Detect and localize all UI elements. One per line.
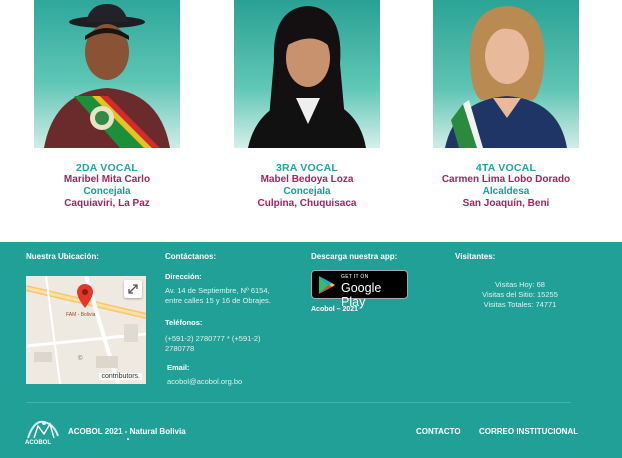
copyright-dot: • — [127, 437, 130, 443]
location-map[interactable]: FAM - Bolivia © contributors. — [26, 276, 146, 384]
member-card: 4TA VOCAL Carmen Lima Lobo Dorado Alcald… — [431, 0, 581, 210]
address-line-2: entre calles 15 y 16 de Obrajes. — [165, 296, 271, 305]
member-photo — [234, 0, 380, 148]
visitors-heading: Visitantes: — [455, 252, 496, 261]
app-caption: Acobol – 2021 — [311, 306, 359, 313]
member-role: 4TA VOCAL — [475, 162, 537, 174]
store-small-text: GET IT ON — [341, 274, 369, 280]
map-pin-icon — [77, 284, 93, 308]
member-card: 3RA VOCAL Mabel Bedoya Loza Concejala Cu… — [232, 0, 382, 210]
email-label: Email: — [167, 363, 190, 372]
google-play-button[interactable]: GET IT ON Google Play — [311, 270, 408, 309]
member-place: San Joaquín, Beni — [462, 198, 550, 209]
address-label: Dirección: — [165, 272, 202, 281]
board-members-section: 2DA VOCAL Maribel Mita Carlo Concejala C… — [0, 0, 622, 242]
visits-site: Visitas del Sitio: 15255 — [482, 290, 558, 299]
member-role: 2DA VOCAL — [75, 162, 139, 174]
member-photo — [433, 0, 579, 148]
map-attribution[interactable]: contributors. — [99, 373, 142, 380]
member-card: 2DA VOCAL Maribel Mita Carlo Concejala C… — [32, 0, 182, 210]
member-position: Concejala — [283, 186, 331, 197]
footer-divider — [26, 402, 571, 403]
institutional-mail-link[interactable]: CORREO INSTITUCIONAL — [479, 427, 578, 436]
member-photo — [34, 0, 180, 148]
copyright-text: ACOBOL 2021 - Natural Bolivia — [68, 427, 186, 436]
member-position: Alcaldesa — [482, 186, 530, 197]
visits-today: Visitas Hoy: 68 — [495, 280, 545, 289]
contact-heading: Contáctanos: — [165, 252, 217, 261]
member-role: 3RA VOCAL — [275, 162, 339, 174]
download-heading: Descarga nuestra app: — [311, 252, 398, 261]
map-label: FAM - Bolivia — [66, 312, 96, 318]
member-place: Culpina, Chuquisaca — [257, 198, 357, 209]
phones-label: Teléfonos: — [165, 318, 203, 327]
phones-line-2: 2780778 — [165, 344, 195, 353]
logo-text: ACOBOL — [25, 440, 51, 446]
store-big-text: Google Play — [341, 281, 382, 309]
email-link[interactable]: acobol@acobol.org.bo — [167, 377, 242, 387]
contact-link[interactable]: CONTACTO — [416, 427, 461, 436]
member-name: Carmen Lima Lobo Dorado — [441, 174, 571, 185]
fullscreen-icon — [128, 284, 138, 294]
member-position: Concejala — [83, 186, 131, 197]
acobol-logo[interactable]: ACOBOL — [24, 418, 62, 448]
map-copyright: © — [78, 356, 83, 362]
member-name: Mabel Bedoya Loza — [260, 174, 354, 185]
member-name: Maribel Mita Carlo — [63, 174, 151, 185]
member-place: Caquiaviri, La Paz — [64, 198, 150, 209]
google-play-icon — [319, 276, 335, 294]
location-heading: Nuestra Ubicación: — [26, 252, 99, 261]
phones-line-1: (+591-2) 2780777 * (+591-2) — [165, 334, 261, 343]
site-footer: Nuestra Ubicación: FAM - Bolivia © contr… — [0, 242, 622, 458]
visits-total: Visitas Totales: 74771 — [483, 300, 557, 309]
fullscreen-button[interactable] — [124, 280, 142, 298]
address-line-1: Av. 14 de Septiembre, Nº 6154, — [165, 286, 270, 295]
